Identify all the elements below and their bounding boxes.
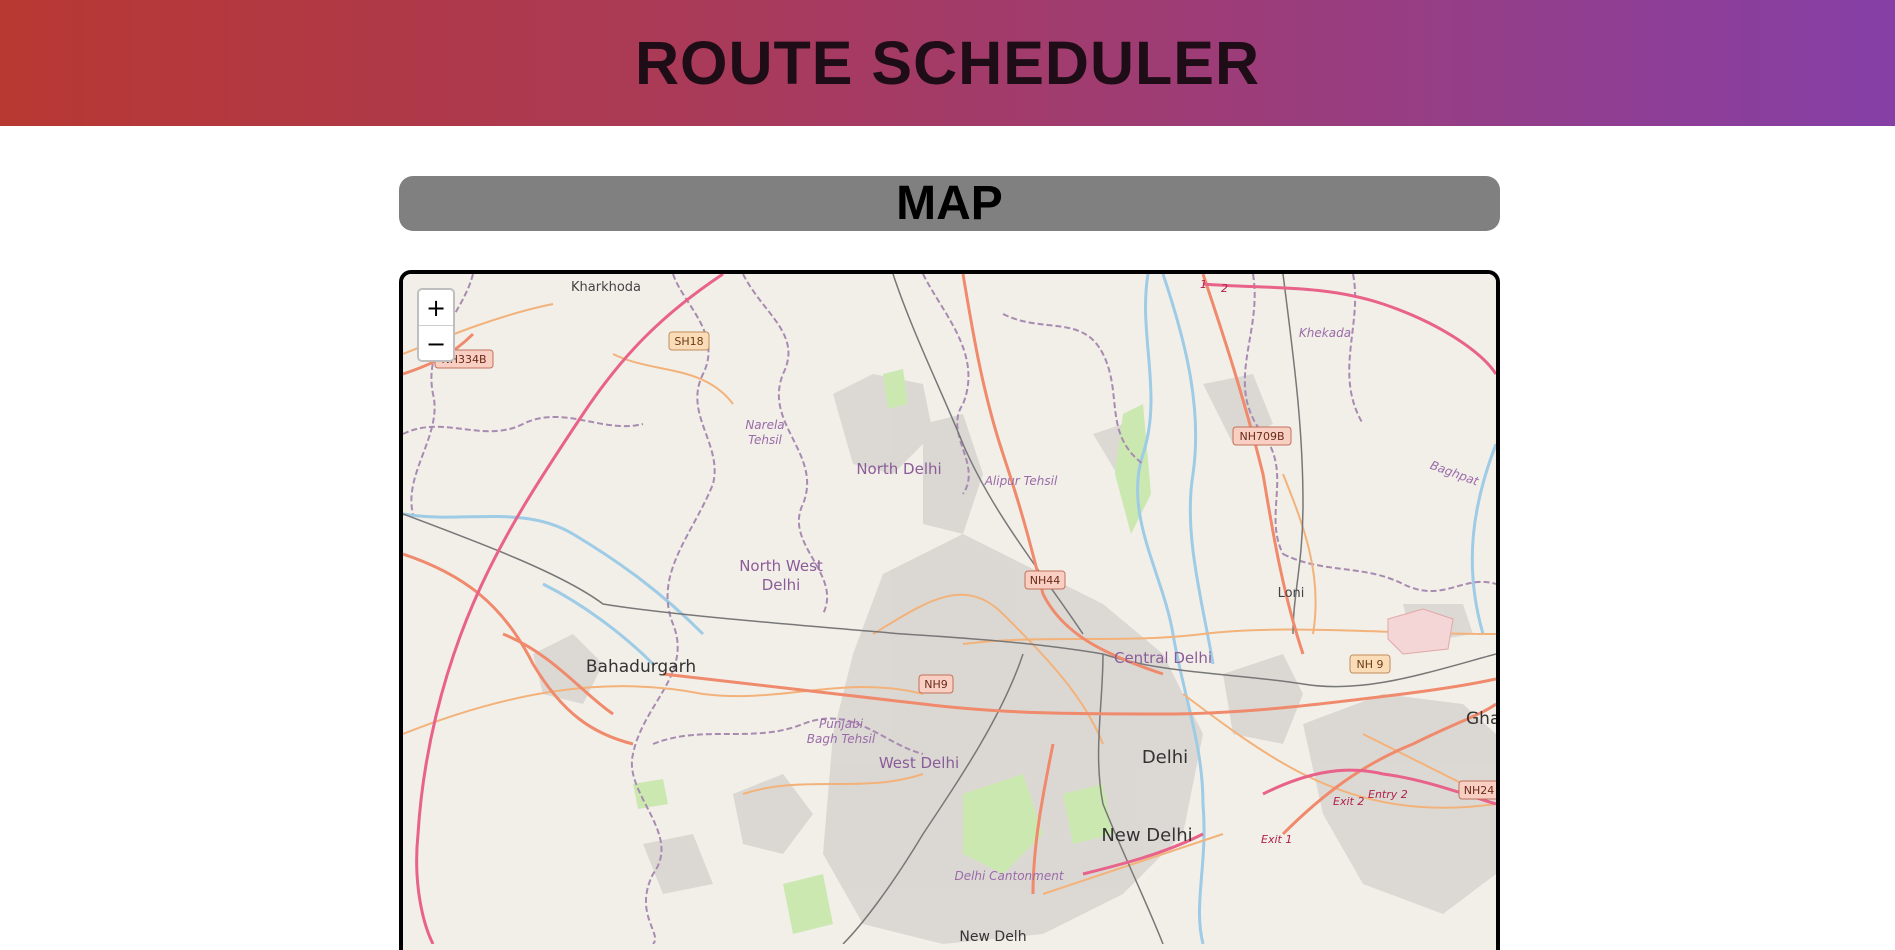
zoom-in-button[interactable]: + [419, 290, 453, 326]
map-section-header: MAP [399, 176, 1500, 231]
label-punjabi: Punjabi [819, 717, 864, 731]
label-delhi-cantonment: Delhi Cantonment [954, 869, 1064, 883]
label-kharkhoda: Kharkhoda [571, 280, 641, 295]
label-new-delhi: New Delhi [1101, 825, 1192, 846]
label-bagh-tehsil: Bagh Tehsil [807, 732, 876, 746]
label-gha: Gha [1466, 709, 1496, 729]
shield-sh18: SH18 [668, 331, 710, 351]
svg-text:NH 9: NH 9 [1357, 658, 1384, 671]
svg-text:NH9: NH9 [924, 678, 948, 691]
svg-text:NH24: NH24 [1464, 784, 1495, 797]
shield-nh44: NH44 [1024, 570, 1066, 590]
label-khekada: Khekada [1299, 326, 1351, 340]
label-narela-tehsil: Tehsil [748, 433, 782, 447]
svg-text:NH709B: NH709B [1239, 430, 1284, 443]
svg-text:SH18: SH18 [674, 335, 703, 348]
shield-nh9-east: NH 9 [1349, 654, 1391, 674]
label-north-delhi: North Delhi [856, 460, 941, 478]
label-delhi: Delhi [1142, 747, 1188, 768]
svg-text:1: 1 [1200, 278, 1207, 291]
map-section-title: MAP [896, 177, 1003, 230]
label-loni: Loni [1278, 586, 1305, 601]
shield-nh9-west: NH9 [918, 674, 954, 694]
label-north-west: North West [739, 557, 823, 575]
map-container[interactable]: SH18 NH334B NH709B NH44 NH9 NH 9 NH24 Kh… [399, 270, 1500, 950]
label-north-west-delhi: Delhi [762, 576, 801, 594]
label-alipur-tehsil: Alipur Tehsil [984, 474, 1058, 488]
app-header: ROUTE SCHEDULER [0, 0, 1895, 126]
map-tiles[interactable]: SH18 NH334B NH709B NH44 NH9 NH 9 NH24 Kh… [403, 274, 1496, 944]
shield-nh24: NH24 [1458, 780, 1496, 800]
app-title: ROUTE SCHEDULER [634, 29, 1261, 97]
shield-nh709b: NH709B [1232, 426, 1292, 446]
label-central-delhi: Central Delhi [1114, 649, 1212, 667]
zoom-control: + − [417, 288, 455, 362]
label-narela: Narela [745, 418, 784, 432]
label-bahadurgarh: Bahadurgarh [586, 657, 696, 677]
zoom-out-button[interactable]: − [419, 326, 453, 361]
svg-text:NH44: NH44 [1030, 574, 1061, 587]
svg-text:Exit 2: Exit 2 [1333, 795, 1364, 808]
airfield-area [1387, 608, 1454, 655]
svg-text:Entry 2: Entry 2 [1368, 788, 1408, 801]
svg-text:Exit 1: Exit 1 [1261, 833, 1292, 846]
label-west-delhi: West Delhi [879, 754, 959, 772]
svg-text:2: 2 [1221, 282, 1228, 295]
